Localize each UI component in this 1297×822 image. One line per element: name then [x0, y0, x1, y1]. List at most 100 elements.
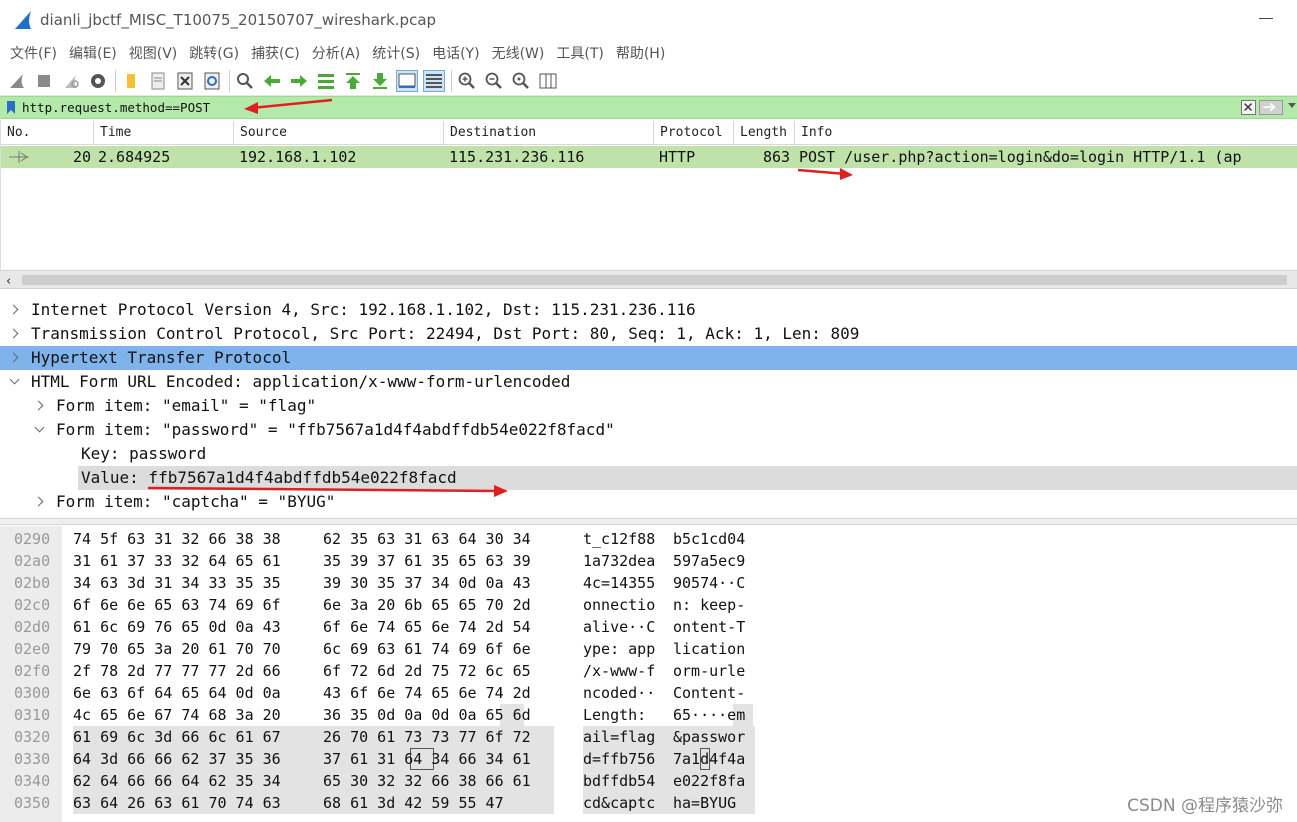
- minimize-button[interactable]: [1259, 18, 1273, 19]
- menu-edit[interactable]: 编辑(E): [65, 43, 125, 63]
- last-packet-button[interactable]: [369, 70, 391, 92]
- byte-row[interactable]: 0340 62 64 66 66 64 62 35 34 65 30 32 32…: [0, 770, 1297, 792]
- chevron-left-icon[interactable]: ‹: [6, 274, 11, 289]
- byte-offset: 0300: [14, 684, 51, 702]
- menu-go[interactable]: 跳转(G): [185, 43, 247, 63]
- capture-options-button[interactable]: [87, 70, 109, 92]
- horizontal-scrollbar[interactable]: ‹: [0, 270, 1297, 289]
- byte-hex: 37 61 31 64 34 66 34 61: [323, 750, 531, 768]
- tree-row-form-email[interactable]: Form item: "email" = "flag": [0, 394, 1297, 418]
- apply-filter-icon[interactable]: [1259, 100, 1283, 115]
- chevron-down-icon[interactable]: [9, 374, 20, 385]
- byte-row[interactable]: 0330 64 3d 66 66 62 37 35 36 37 61 31 64…: [0, 748, 1297, 770]
- byte-row[interactable]: 0320 61 69 6c 3d 66 6c 61 67 26 70 61 73…: [0, 726, 1297, 748]
- zoom-reset-button[interactable]: [510, 70, 532, 92]
- menu-help[interactable]: 帮助(H): [612, 43, 673, 63]
- byte-row[interactable]: 0300 6e 63 6f 64 65 64 0d 0a 43 6f 6e 74…: [0, 682, 1297, 704]
- byte-row[interactable]: 02c0 6f 6e 6e 65 63 74 69 6f 6e 3a 20 6b…: [0, 594, 1297, 616]
- clear-filter-icon[interactable]: [1241, 100, 1256, 115]
- pane-splitter[interactable]: [0, 518, 1297, 525]
- scrollbar-thumb[interactable]: [22, 275, 1287, 285]
- go-forward-button[interactable]: [288, 70, 310, 92]
- packet-length: 863: [763, 148, 791, 166]
- byte-row[interactable]: 02f0 2f 78 2d 77 77 77 2d 66 6f 72 6d 2d…: [0, 660, 1297, 682]
- zoom-out-button[interactable]: [483, 70, 505, 92]
- packet-row[interactable]: 20 2.684925 192.168.1.102 115.231.236.11…: [1, 146, 1297, 168]
- chevron-down-icon[interactable]: [34, 422, 45, 433]
- byte-row[interactable]: 0310 4c 65 6e 67 74 68 3a 20 36 35 0d 0a…: [0, 704, 1297, 726]
- byte-hex: 36 35 0d 0a 0d 0a 65 6d: [323, 706, 531, 724]
- start-capture-button[interactable]: [6, 70, 28, 92]
- menu-capture[interactable]: 捕获(C): [247, 43, 308, 63]
- menu-view[interactable]: 视图(V): [125, 43, 186, 63]
- go-to-packet-button[interactable]: [315, 70, 337, 92]
- display-filter-input[interactable]: [22, 98, 1232, 117]
- menu-analyze[interactable]: 分析(A): [308, 43, 369, 63]
- packet-details: Internet Protocol Version 4, Src: 192.16…: [0, 296, 1297, 518]
- column-length[interactable]: Length: [734, 121, 795, 145]
- chevron-right-icon[interactable]: [8, 352, 19, 363]
- menu-file[interactable]: 文件(F): [6, 43, 65, 63]
- resize-columns-button[interactable]: [537, 70, 559, 92]
- menu-wireless[interactable]: 无线(W): [488, 43, 553, 63]
- watermark: CSDN @程序猿沙弥: [1127, 796, 1283, 816]
- byte-offset: 0310: [14, 706, 51, 724]
- byte-row[interactable]: 02b0 34 63 3d 31 34 33 35 35 39 30 35 37…: [0, 572, 1297, 594]
- packet-bytes: 0290 74 5f 63 31 32 66 38 38 62 35 63 31…: [0, 526, 1297, 822]
- column-time[interactable]: Time: [94, 121, 234, 145]
- tree-row-label: HTML Form URL Encoded: application/x-www…: [31, 372, 571, 391]
- column-info[interactable]: Info: [795, 121, 1297, 145]
- first-packet-button[interactable]: [342, 70, 364, 92]
- colorize-button[interactable]: [423, 69, 445, 92]
- stop-capture-button[interactable]: [33, 70, 55, 92]
- byte-row[interactable]: 02a0 31 61 37 33 32 64 65 61 35 39 37 61…: [0, 550, 1297, 572]
- autoscroll-button[interactable]: [396, 69, 418, 92]
- chevron-right-icon[interactable]: [8, 304, 19, 315]
- save-file-button[interactable]: [147, 70, 169, 92]
- go-back-button[interactable]: [261, 70, 283, 92]
- tree-row-ipv4[interactable]: Internet Protocol Version 4, Src: 192.16…: [0, 298, 1297, 322]
- zoom-in-button[interactable]: [456, 70, 478, 92]
- chevron-right-icon[interactable]: [33, 496, 44, 507]
- byte-hex: 6f 6e 6e 65 63 74 69 6f: [73, 596, 281, 614]
- chevron-right-icon[interactable]: [8, 328, 19, 339]
- magnifier-icon: [237, 72, 253, 89]
- tree-row-form-urlencoded[interactable]: HTML Form URL Encoded: application/x-www…: [0, 370, 1297, 394]
- tree-row-form-password[interactable]: Form item: "password" = "ffb7567a1d4f4ab…: [0, 418, 1297, 442]
- find-packet-button[interactable]: [234, 70, 256, 92]
- reload-file-button[interactable]: [201, 70, 223, 92]
- menu-bar: 文件(F) 编辑(E) 视图(V) 跳转(G) 捕获(C) 分析(A) 统计(S…: [0, 40, 1297, 66]
- byte-offset: 0340: [14, 772, 51, 790]
- column-protocol[interactable]: Protocol: [654, 121, 734, 145]
- arrow-down-icon: [373, 72, 387, 89]
- bookmark-icon[interactable]: [6, 100, 16, 115]
- byte-row[interactable]: 0350 63 64 26 63 61 70 74 63 68 61 3d 42…: [0, 792, 1297, 814]
- tree-row-label: Form item: "password" = "ffb7567a1d4f4ab…: [56, 420, 615, 439]
- tree-row-value[interactable]: Value: ffb7567a1d4f4abdffdb54e022f8facd: [78, 466, 1297, 490]
- tree-row-label: Key: password: [81, 444, 207, 463]
- column-source[interactable]: Source: [234, 121, 444, 145]
- byte-ascii: 65····em: [673, 706, 746, 724]
- byte-row[interactable]: 02e0 79 70 65 3a 20 61 70 70 6c 69 63 61…: [0, 638, 1297, 660]
- close-file-icon: [177, 72, 193, 89]
- restart-capture-button[interactable]: [60, 70, 82, 92]
- menu-tools[interactable]: 工具(T): [552, 43, 611, 63]
- chevron-right-icon[interactable]: [33, 400, 44, 411]
- tree-row-tcp[interactable]: Transmission Control Protocol, Src Port:…: [0, 322, 1297, 346]
- tree-row-key[interactable]: Key: password: [0, 442, 1297, 466]
- open-file-button[interactable]: [120, 70, 142, 92]
- byte-row[interactable]: 0290 74 5f 63 31 32 66 38 38 62 35 63 31…: [0, 528, 1297, 550]
- byte-row[interactable]: 02d0 61 6c 69 76 65 0d 0a 43 6f 6e 74 65…: [0, 616, 1297, 638]
- menu-telephony[interactable]: 电话(Y): [428, 43, 487, 63]
- menu-statistics[interactable]: 统计(S): [368, 43, 428, 63]
- byte-hex: 61 6c 69 76 65 0d 0a 43: [73, 618, 281, 636]
- tree-row-form-captcha[interactable]: Form item: "captcha" = "BYUG": [0, 490, 1297, 514]
- column-no[interactable]: No.: [1, 121, 94, 145]
- byte-hex: 2f 78 2d 77 77 77 2d 66: [73, 662, 281, 680]
- byte-ascii: ail=flag: [583, 728, 656, 746]
- column-destination[interactable]: Destination: [444, 121, 654, 145]
- chevron-down-icon[interactable]: [1288, 103, 1296, 108]
- tree-row-http[interactable]: Hypertext Transfer Protocol: [0, 346, 1297, 370]
- byte-ascii: orm-urle: [673, 662, 746, 680]
- close-file-button[interactable]: [174, 70, 196, 92]
